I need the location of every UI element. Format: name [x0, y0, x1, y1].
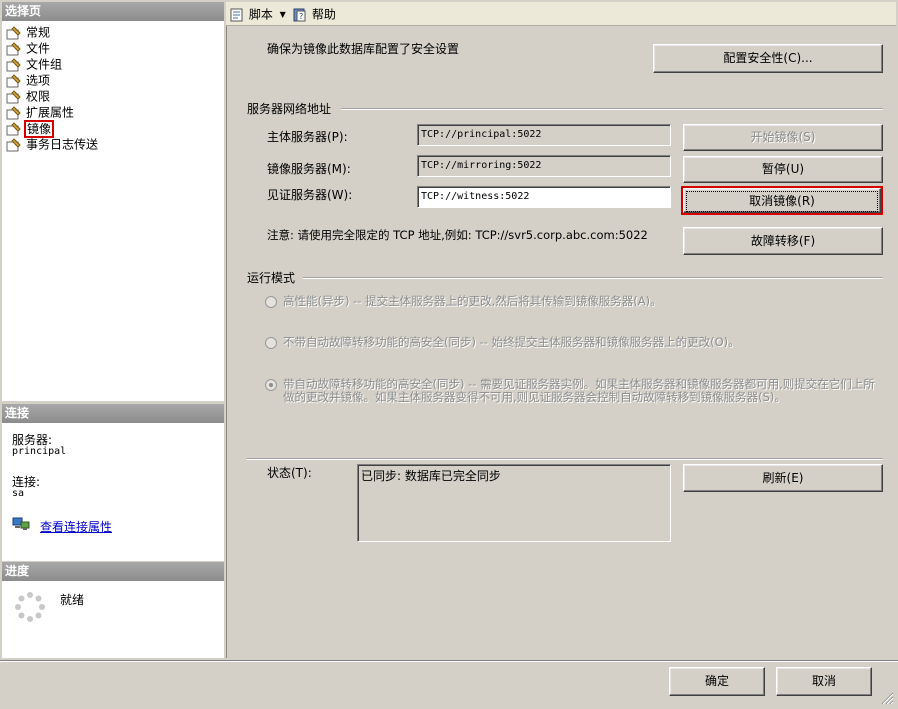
note-text: 注意: 请使用完全限定的 TCP 地址,例如: TCP://svr5.corp.…	[267, 228, 648, 242]
remove-mirroring-button[interactable]: 取消镜像(R)	[681, 186, 883, 215]
status-box: 已同步: 数据库已完全同步	[357, 464, 671, 542]
mirror-label: 镜像服务器(M):	[267, 162, 351, 176]
operating-mode-divider	[303, 277, 883, 279]
radio-high-safety-auto-failover[interactable]	[265, 379, 277, 391]
nav-item-label: 权限	[26, 89, 51, 104]
nav-item-label: 常规	[26, 25, 51, 40]
wrench-page-icon	[6, 73, 22, 88]
progress-status: 就绪	[60, 593, 85, 607]
progress-panel: 就绪	[2, 581, 224, 658]
principal-field[interactable]: TCP://principal:5022	[417, 124, 671, 146]
connection-panel: 服务器: principal 连接: sa 查看连接属性	[2, 423, 224, 561]
chevron-down-icon[interactable]: ▼	[280, 10, 286, 19]
cancel-button[interactable]: 取消	[776, 667, 872, 696]
nav-item[interactable]: 镜像	[6, 119, 55, 138]
nav-item[interactable]: 文件	[6, 40, 50, 56]
mirror-field[interactable]: TCP://mirroring:5022	[417, 155, 671, 177]
pause-button[interactable]: 暂停(U)	[683, 156, 883, 183]
network-group-divider	[341, 108, 883, 110]
help-icon: ?	[293, 8, 306, 21]
status-label: 状态(T):	[267, 466, 312, 480]
script-label: 脚本	[248, 7, 273, 22]
start-mirroring-button[interactable]: 开始镜像(S)	[683, 124, 883, 151]
nav-item-label: 文件	[26, 41, 51, 56]
page-list: 常规 文件 文件组 选项 权限 扩展属性 镜像 事务日志传送	[2, 21, 224, 401]
witness-field[interactable]: TCP://witness:5022	[417, 186, 671, 208]
wrench-page-icon	[6, 137, 22, 152]
mirroring-page: 确保为镜像此数据库配置了安全设置 配置安全性(C)... 服务器网络地址 主体服…	[226, 26, 896, 658]
script-icon	[230, 8, 243, 21]
wrench-page-icon	[6, 57, 22, 72]
witness-label: 见证服务器(W):	[267, 188, 353, 202]
ok-button[interactable]: 确定	[669, 667, 765, 696]
mode-high-safety-no-failover[interactable]: 不带自动故障转移功能的高安全(同步) -- 始终提交主体服务器和镜像服务器上的更…	[265, 336, 865, 350]
nav-item[interactable]: 文件组	[6, 56, 62, 72]
script-button[interactable]: 脚本 ▼	[229, 5, 286, 23]
mode-high-safety-auto-failover-label: 带自动故障转移功能的高安全(同步) -- 需要见证服务器实例。如果主体服务器和镜…	[283, 377, 875, 404]
toolbar: 脚本 ▼ ? 帮助	[226, 2, 896, 26]
wrench-page-icon	[6, 121, 22, 136]
refresh-button[interactable]: 刷新(E)	[683, 464, 883, 492]
nav-item[interactable]: 权限	[6, 88, 50, 104]
help-label: 帮助	[311, 7, 336, 22]
operating-mode-title: 运行模式	[247, 271, 296, 285]
mode-high-performance-label: 高性能(异步) -- 提交主体服务器上的更改,然后将其传输到镜像服务器(A)。	[283, 294, 662, 308]
nav-item-label: 文件组	[26, 57, 63, 72]
nav-item[interactable]: 选项	[6, 72, 50, 88]
configure-security-button[interactable]: 配置安全性(C)...	[653, 44, 883, 73]
network-group-title: 服务器网络地址	[247, 102, 332, 116]
select-page-header: 选择页	[2, 2, 224, 21]
nav-item[interactable]: 常规	[6, 24, 50, 40]
radio-high-performance[interactable]	[265, 296, 277, 308]
wrench-page-icon	[6, 89, 22, 104]
nav-item[interactable]: 事务日志传送	[6, 136, 98, 152]
help-button[interactable]: ? 帮助	[292, 5, 336, 23]
nav-item-label: 镜像	[23, 119, 55, 138]
resize-grip-icon[interactable]	[880, 691, 894, 705]
footer-divider	[0, 660, 898, 662]
mode-high-safety-no-failover-label: 不带自动故障转移功能的高安全(同步) -- 始终提交主体服务器和镜像服务器上的更…	[283, 335, 740, 349]
wrench-page-icon	[6, 25, 22, 40]
principal-label: 主体服务器(P):	[267, 130, 348, 144]
server-value: principal	[12, 446, 67, 457]
mode-high-performance[interactable]: 高性能(异步) -- 提交主体服务器上的更改,然后将其传输到镜像服务器(A)。	[265, 295, 865, 309]
nav-item-label: 扩展属性	[26, 105, 75, 120]
view-connection-properties-link[interactable]: 查看连接属性	[40, 518, 112, 535]
mode-high-safety-auto-failover[interactable]: 带自动故障转移功能的高安全(同步) -- 需要见证服务器实例。如果主体服务器和镜…	[265, 378, 875, 406]
security-text: 确保为镜像此数据库配置了安全设置	[267, 42, 460, 56]
radio-high-safety-no-failover[interactable]	[265, 337, 277, 349]
progress-spinner-icon	[14, 591, 46, 623]
nav-item[interactable]: 扩展属性	[6, 104, 74, 120]
status-divider	[247, 458, 883, 460]
status-value: 已同步: 数据库已完全同步	[361, 469, 501, 483]
progress-header: 进度	[2, 562, 224, 581]
connection-header: 连接	[2, 404, 224, 423]
svg-text:?: ?	[299, 12, 303, 21]
failover-button[interactable]: 故障转移(F)	[683, 227, 883, 255]
connection-properties-icon	[12, 517, 30, 531]
connection-value: sa	[12, 488, 25, 499]
nav-item-label: 选项	[26, 73, 51, 88]
wrench-page-icon	[6, 41, 22, 56]
left-pane: 选择页 常规 文件 文件组 选项 权限 扩展属性 镜像 事务日志传送 连接 服务器: prin…	[2, 2, 224, 658]
wrench-page-icon	[6, 105, 22, 120]
remove-mirroring-label: 取消镜像(R)	[686, 191, 878, 212]
nav-item-label: 事务日志传送	[26, 137, 99, 152]
